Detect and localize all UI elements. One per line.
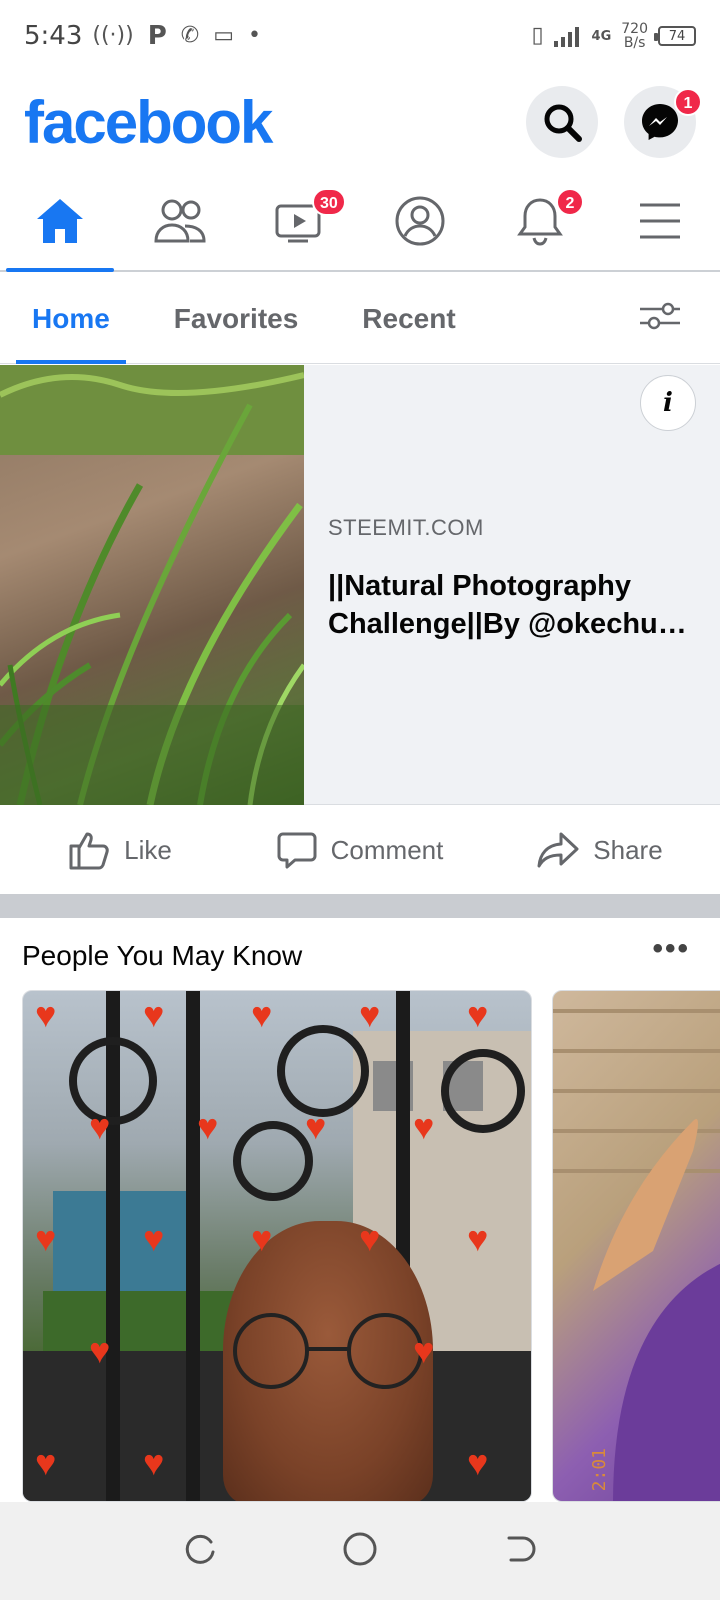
feed-tabs: Home Favorites Recent	[0, 274, 720, 364]
post-actions: Like Comment Share	[0, 806, 720, 894]
comment-label: Comment	[330, 834, 444, 865]
battery-icon: 74	[654, 26, 696, 46]
heart-icon: ♥	[413, 1106, 435, 1147]
heart-icon: ♥	[359, 994, 381, 1035]
heart-icon: ♥	[35, 1442, 57, 1483]
watch-badge: 30	[312, 188, 346, 216]
circle-home-icon	[343, 1532, 377, 1565]
link-preview-card[interactable]: i STEEMIT.COM ||Natural Photography Chal…	[0, 365, 720, 805]
status-left-icons: ((·)) P ✆ ▭ •	[92, 23, 261, 49]
comment-icon	[277, 832, 317, 869]
heart-icon: ♥	[35, 1218, 57, 1259]
link-title[interactable]: ||Natural Photography Challenge||By @oke…	[328, 567, 694, 643]
back-system-button[interactable]	[503, 1532, 537, 1571]
heart-icon: ♥	[251, 994, 273, 1035]
status-time: 5:43	[24, 21, 83, 51]
comment-button[interactable]: Comment	[240, 830, 480, 870]
pymk-title: People You May Know	[22, 940, 303, 971]
home-icon	[37, 199, 83, 243]
nav-friends[interactable]	[120, 172, 240, 270]
status-bar: 5:43 ((·)) P ✆ ▭ • ▯ 4G 720 B/s 74	[0, 0, 720, 72]
whatsapp-icon: ✆	[180, 23, 200, 48]
link-info[interactable]: i STEEMIT.COM ||Natural Photography Chal…	[304, 365, 720, 804]
header-actions: 1	[526, 86, 702, 158]
heart-icon: ♥	[197, 1106, 219, 1147]
info-button[interactable]: i	[640, 375, 696, 431]
speed-unit: B/s	[623, 35, 646, 51]
signal-icon	[553, 27, 579, 47]
link-thumbnail-image[interactable]	[0, 365, 304, 805]
battery-level: 74	[668, 28, 686, 44]
heart-icon: ♥	[467, 994, 489, 1035]
like-button[interactable]: Like	[0, 830, 240, 870]
status-right: ▯ 4G 720 B/s 74	[531, 22, 696, 50]
home-system-button[interactable]	[342, 1531, 378, 1572]
people-you-may-know: People You May Know ••• ♥ ♥ ♥ ♥ ♥ ♥ ♥ ♥	[0, 918, 720, 1502]
hotspot-icon: ((·))	[92, 23, 134, 48]
menu-icon	[640, 203, 680, 239]
network-speed: 720 B/s	[621, 22, 648, 50]
network-type: 4G	[591, 28, 612, 44]
messenger-button[interactable]: 1	[624, 86, 702, 158]
photo-timestamp: 2:01	[589, 1447, 610, 1491]
nav-notifications[interactable]: 2	[480, 172, 600, 270]
person-card[interactable]: 2:01	[552, 990, 720, 1502]
message-icon: ▭	[213, 23, 235, 48]
link-domain: STEEMIT.COM	[328, 515, 484, 540]
filter-button[interactable]	[640, 301, 680, 336]
friends-icon	[154, 199, 206, 243]
filter-icon	[640, 302, 680, 330]
person-photo	[553, 1009, 720, 1501]
heart-icon: ♥	[143, 1442, 165, 1483]
nav-watch[interactable]: 30	[240, 172, 360, 270]
person-card[interactable]: ♥ ♥ ♥ ♥ ♥ ♥ ♥ ♥ ♥ ♥ ♥ ♥ ♥ ♥ ♥ ♥ ♥ ♥ ♥	[22, 990, 532, 1502]
dot-icon: •	[248, 23, 261, 48]
heart-icon: ♥	[89, 1106, 111, 1147]
heart-icon: ♥	[467, 1218, 489, 1259]
recent-apps-icon	[185, 1534, 215, 1564]
heart-icon: ♥	[143, 994, 165, 1035]
speed-value: 720	[621, 21, 648, 37]
messenger-badge: 1	[674, 88, 702, 116]
heart-icon: ♥	[467, 1442, 489, 1483]
recent-apps-button[interactable]	[183, 1532, 217, 1571]
heart-icon: ♥	[359, 1218, 381, 1259]
nav-menu[interactable]	[600, 172, 720, 270]
notifications-badge: 2	[556, 188, 584, 216]
p-app-icon: P	[147, 21, 167, 51]
like-label: Like	[124, 834, 172, 865]
profile-icon	[395, 196, 445, 246]
tab-favorites[interactable]: Favorites	[158, 274, 315, 364]
share-button[interactable]: Share	[480, 831, 720, 869]
back-icon	[507, 1536, 536, 1561]
more-options-button[interactable]: •••	[652, 932, 690, 966]
vibrate-icon: ▯	[531, 23, 544, 48]
nav-profile[interactable]	[360, 172, 480, 270]
heart-icon: ♥	[143, 1218, 165, 1259]
thumbs-up-icon	[69, 832, 109, 870]
heart-icon: ♥	[251, 1218, 273, 1259]
system-nav-bar	[0, 1502, 720, 1600]
facebook-logo[interactable]: facebook	[24, 88, 273, 157]
tab-home[interactable]: Home	[16, 274, 126, 364]
section-divider	[0, 894, 720, 918]
search-icon	[544, 104, 582, 142]
heart-icon: ♥	[35, 994, 57, 1035]
main-nav: 30 2	[0, 172, 720, 272]
grass-photo	[0, 365, 304, 805]
heart-icon: ♥	[89, 1330, 111, 1371]
nav-home[interactable]	[0, 172, 120, 272]
search-button[interactable]	[526, 86, 598, 158]
app-header: facebook 1	[0, 72, 720, 172]
info-icon: i	[663, 388, 673, 418]
tab-recent[interactable]: Recent	[346, 274, 471, 364]
share-label: Share	[593, 834, 663, 865]
share-icon	[537, 832, 579, 868]
heart-icon: ♥	[305, 1106, 327, 1147]
heart-icon: ♥	[413, 1330, 435, 1371]
